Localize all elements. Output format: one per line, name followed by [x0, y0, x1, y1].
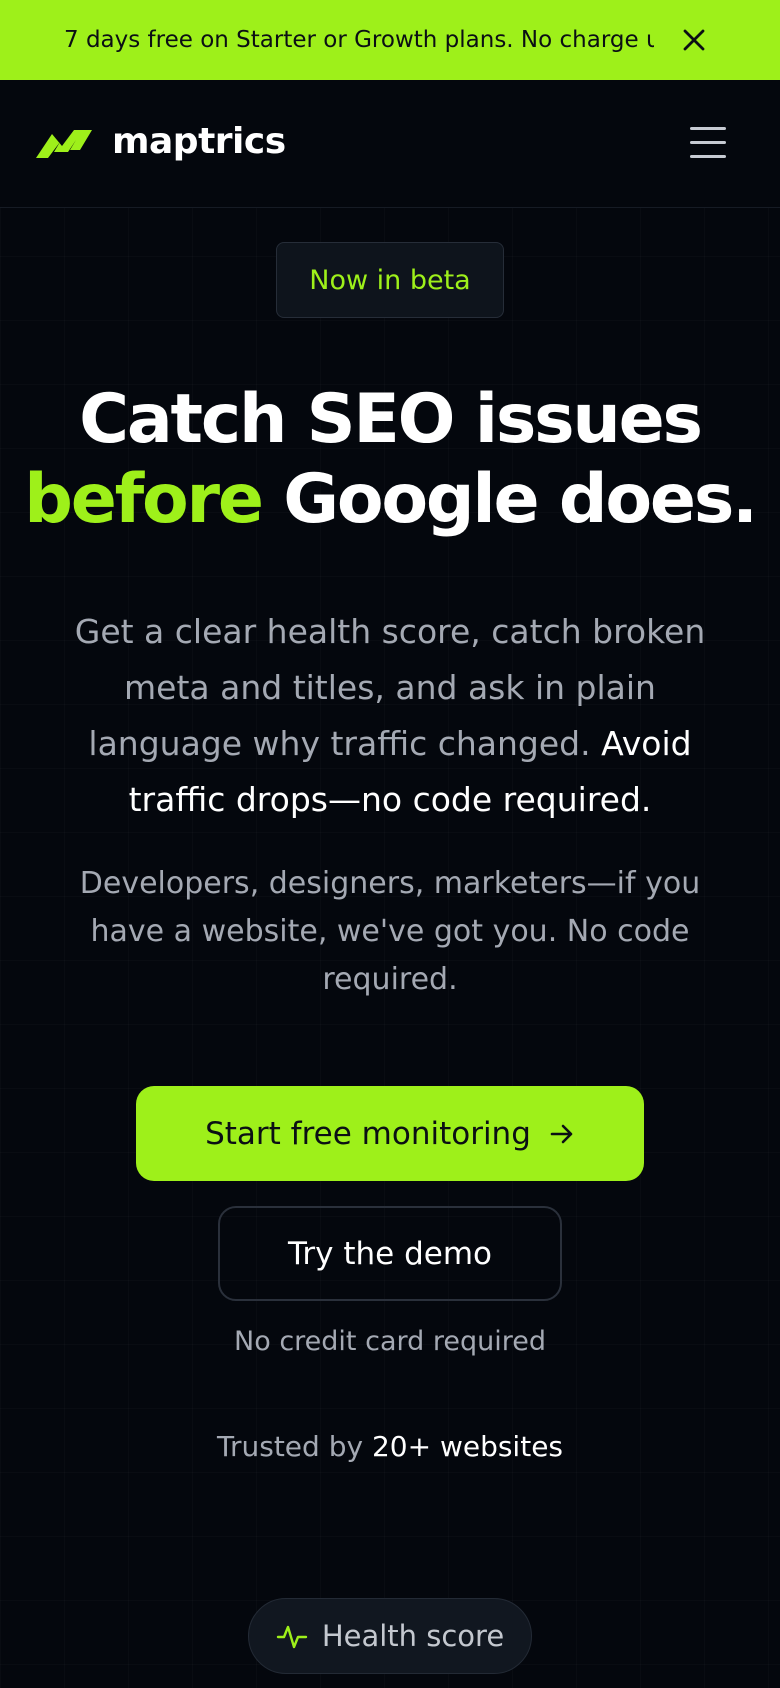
audience-text: Developers, designers, marketers—if you …	[79, 866, 701, 997]
close-icon	[683, 29, 705, 51]
hero-heading-rest: Google does.	[261, 460, 758, 539]
pulse-icon	[276, 1625, 308, 1649]
hero-heading-line2: before Google does.	[20, 460, 760, 540]
beta-badge: Now in beta	[276, 242, 504, 318]
try-demo-label: Try the demo	[288, 1235, 492, 1272]
hero-heading-accent: before	[24, 460, 264, 539]
trusted-by-text: Trusted by 20+ websites	[0, 1430, 780, 1463]
no-credit-card-note: No credit card required	[234, 1326, 546, 1357]
promo-banner: 7 days free on Starter or Growth plans. …	[0, 0, 780, 80]
health-score-chip[interactable]: Health score	[248, 1598, 532, 1674]
hero-heading: Catch SEO issues before Google does.	[20, 380, 760, 540]
promo-close-button[interactable]	[676, 22, 712, 58]
start-free-monitoring-label: Start free monitoring	[205, 1115, 531, 1152]
menu-button[interactable]	[688, 124, 728, 160]
landing-page: 7 days free on Starter or Growth plans. …	[0, 0, 780, 1688]
top-nav: maptrics	[0, 80, 780, 208]
arrow-right-icon	[550, 1124, 573, 1143]
trusted-prefix: Trusted by	[216, 1430, 372, 1463]
hamburger-menu-icon	[690, 127, 726, 130]
try-demo-button[interactable]: Try the demo	[218, 1206, 562, 1301]
promo-text: 7 days free on Starter or Growth plans. …	[64, 27, 654, 53]
trusted-count: 20+ websites	[371, 1430, 564, 1463]
hero-description: Get a clear health score, catch broken m…	[50, 604, 730, 828]
hamburger-menu-icon-bar	[690, 155, 726, 158]
start-free-monitoring-button[interactable]: Start free monitoring	[136, 1086, 644, 1181]
hero-heading-line1: Catch SEO issues	[79, 380, 703, 459]
brand-name[interactable]: maptrics	[112, 120, 286, 164]
maptrics-logo-icon[interactable]	[30, 116, 96, 168]
hamburger-menu-icon-bar	[690, 141, 726, 144]
health-score-label: Health score	[321, 1619, 505, 1653]
